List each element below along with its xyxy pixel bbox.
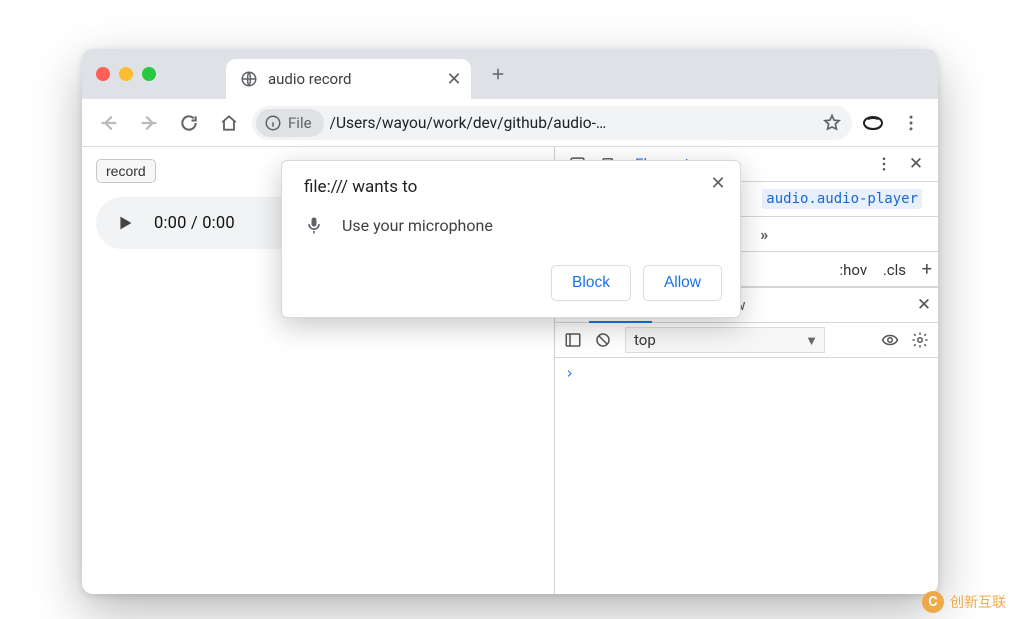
permission-item-label: Use your microphone xyxy=(342,216,493,235)
back-button[interactable] xyxy=(92,106,126,140)
devtools-close-icon[interactable]: ✕ xyxy=(902,150,930,178)
audio-time: 0:00 / 0:00 xyxy=(154,214,235,233)
forward-button[interactable] xyxy=(132,106,166,140)
browser-menu-icon[interactable] xyxy=(894,106,928,140)
permission-title: file:/// wants to xyxy=(304,177,722,197)
tab-strip: audio record ✕ xyxy=(82,49,938,99)
permission-actions: Block Allow xyxy=(304,265,722,301)
devtools-menu-icon[interactable] xyxy=(870,150,898,178)
drawer-close-icon[interactable]: ✕ xyxy=(910,291,938,319)
url-scheme-label: File xyxy=(288,114,312,132)
play-icon[interactable] xyxy=(114,212,136,234)
console-toolbar: top ▼ xyxy=(555,323,938,358)
console-settings-icon[interactable] xyxy=(906,326,934,354)
url-path: /Users/wayou/work/dev/github/audio-… xyxy=(330,114,816,132)
permission-popup: ✕ file:/// wants to Use your microphone … xyxy=(281,160,741,318)
hov-toggle[interactable]: :hov xyxy=(834,258,874,282)
console-sidebar-toggle-icon[interactable] xyxy=(559,326,587,354)
globe-icon xyxy=(240,70,258,88)
browser-toolbar: File /Users/wayou/work/dev/github/audio-… xyxy=(82,99,938,147)
home-button[interactable] xyxy=(212,106,246,140)
live-expression-icon[interactable] xyxy=(876,326,904,354)
bookmark-star-icon[interactable] xyxy=(822,113,842,133)
chevron-down-icon: ▼ xyxy=(805,333,818,349)
permission-item: Use your microphone xyxy=(304,215,722,235)
url-scheme-chip[interactable]: File xyxy=(256,109,324,137)
console-body[interactable]: › xyxy=(555,358,938,594)
browser-tab[interactable]: audio record ✕ xyxy=(226,59,471,99)
more-styles-tabs-icon[interactable]: » xyxy=(752,225,776,244)
tab-title: audio record xyxy=(268,70,445,88)
info-icon xyxy=(264,114,282,132)
extension-icon[interactable] xyxy=(858,108,888,138)
record-button[interactable]: record xyxy=(96,159,156,183)
clear-console-icon[interactable] xyxy=(589,326,617,354)
watermark-text: 创新互联 xyxy=(950,592,1006,612)
popup-close-icon[interactable]: ✕ xyxy=(706,171,730,195)
microphone-icon xyxy=(304,215,324,235)
new-style-rule-icon[interactable]: + xyxy=(916,259,938,280)
window-minimize-icon[interactable] xyxy=(119,67,133,81)
new-tab-button[interactable] xyxy=(483,59,513,89)
window-zoom-icon[interactable] xyxy=(142,67,156,81)
watermark: C 创新互联 xyxy=(922,591,1006,613)
address-bar[interactable]: File /Users/wayou/work/dev/github/audio-… xyxy=(252,106,852,140)
breadcrumb-audio[interactable]: audio.audio-player xyxy=(762,189,922,209)
cls-toggle[interactable]: .cls xyxy=(877,258,912,282)
console-context-select[interactable]: top ▼ xyxy=(625,327,825,353)
tab-close-icon[interactable]: ✕ xyxy=(445,70,463,88)
allow-button[interactable]: Allow xyxy=(643,265,722,301)
reload-button[interactable] xyxy=(172,106,206,140)
window-traffic-lights xyxy=(96,67,156,81)
block-button[interactable]: Block xyxy=(551,265,631,301)
watermark-logo-icon: C xyxy=(922,591,944,613)
window-close-icon[interactable] xyxy=(96,67,110,81)
console-prompt: › xyxy=(565,364,574,382)
browser-window: audio record ✕ File /Users/wayou xyxy=(82,49,938,594)
